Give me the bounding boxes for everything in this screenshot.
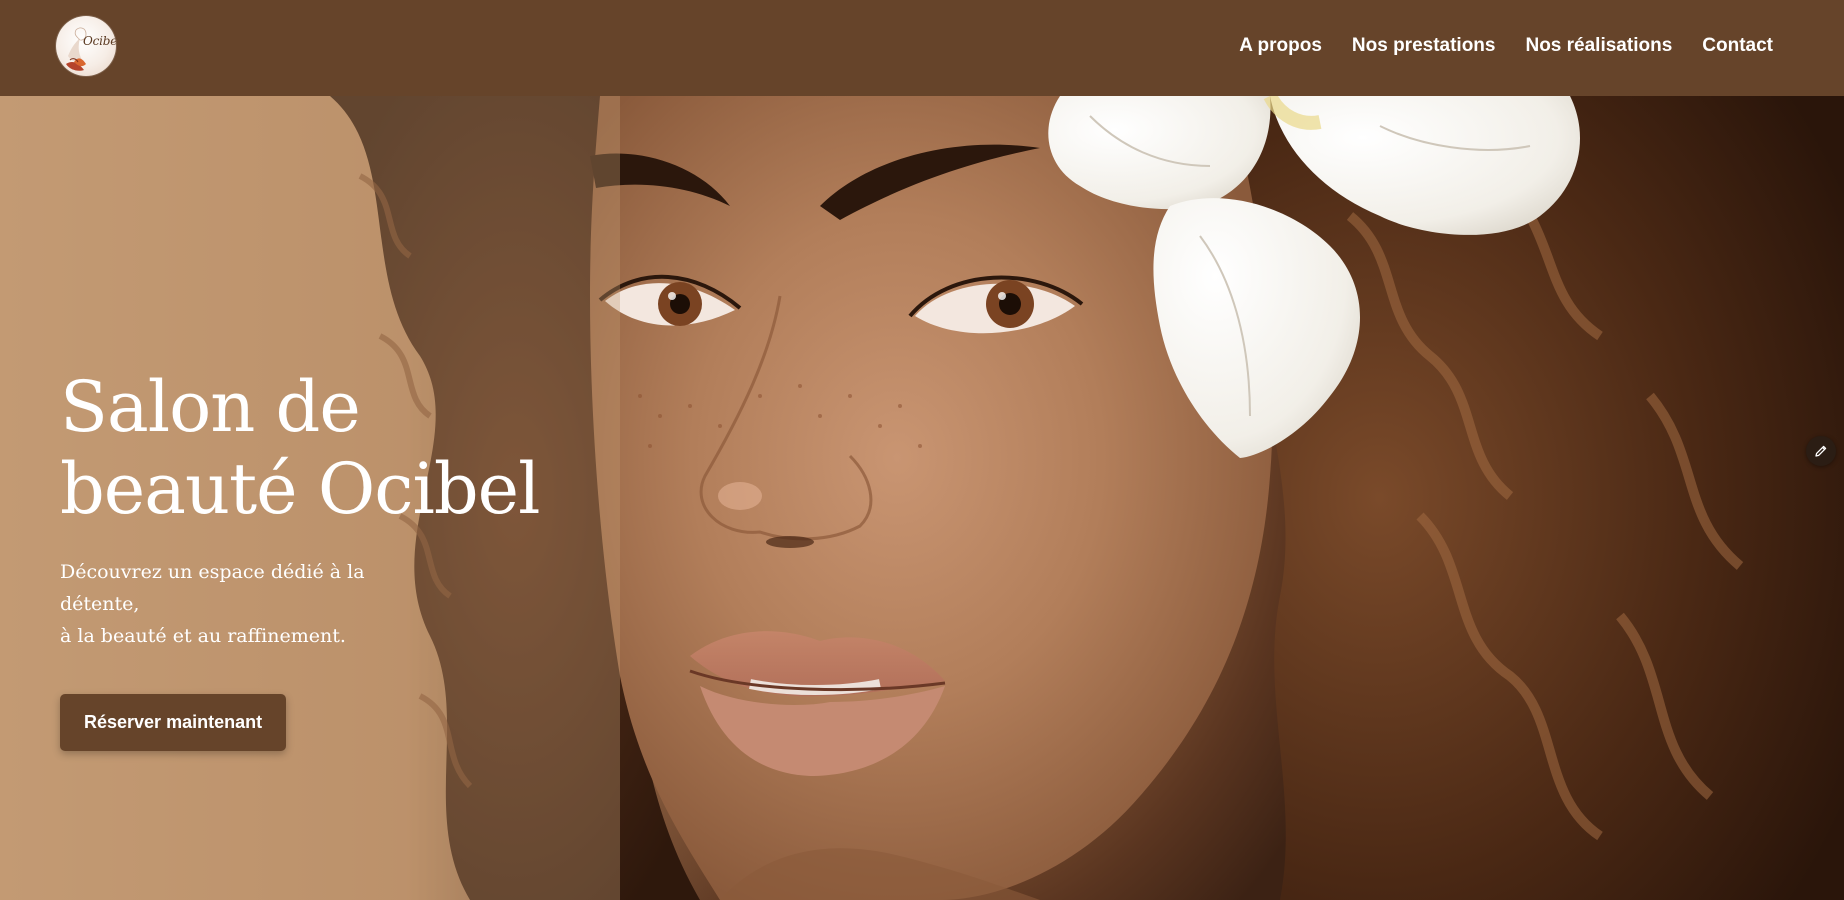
hero-section: Salon de beauté Ocibel Découvrez un espa… (0, 96, 1844, 900)
nav-item-nos-realisations[interactable]: Nos réalisations (1510, 27, 1687, 65)
reserve-now-button[interactable]: Réserver maintenant (60, 694, 287, 751)
nav-item-a-propos[interactable]: A propos (1224, 27, 1337, 65)
logo-text: Ocibel (83, 34, 116, 48)
hero-title-line-2: beauté Ocibel (60, 448, 540, 530)
nav-item-nos-prestations[interactable]: Nos prestations (1337, 27, 1511, 65)
hero-title-line-1: Salon de (60, 366, 361, 448)
logo[interactable]: Ocibel (56, 16, 116, 76)
hero-subtitle: Découvrez un espace dédié à la détente, … (60, 556, 440, 652)
nav-item-contact[interactable]: Contact (1687, 27, 1788, 65)
site-header: Ocibel A propos Nos prestations Nos réal… (0, 0, 1844, 96)
hero-subtitle-line-2: à la beauté et au raffinement. (60, 625, 346, 647)
hero-subtitle-line-1: Découvrez un espace dédié à la détente, (60, 561, 365, 615)
main-nav: A propos Nos prestations Nos réalisation… (1224, 0, 1788, 92)
edit-button[interactable] (1806, 436, 1836, 466)
pencil-icon (1815, 445, 1827, 457)
hero-content: Salon de beauté Ocibel Découvrez un espa… (60, 366, 620, 751)
hero-title: Salon de beauté Ocibel (60, 366, 620, 530)
